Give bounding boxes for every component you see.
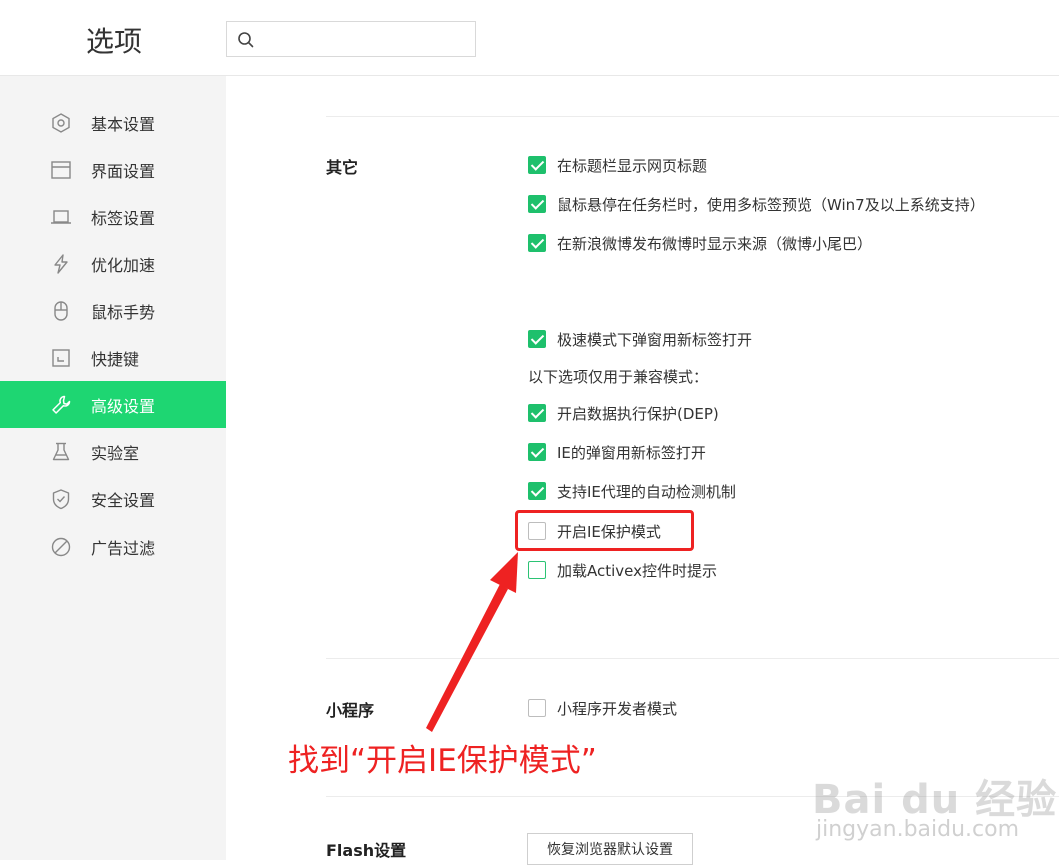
watermark-url: jingyan.baidu.com <box>816 817 1020 842</box>
baidu-watermark: Bai du 经验 jingyan.baidu.com <box>812 745 1056 855</box>
annotation-caption: 找到“开启IE保护模式” <box>288 743 597 779</box>
annotation-arrow <box>426 552 518 732</box>
